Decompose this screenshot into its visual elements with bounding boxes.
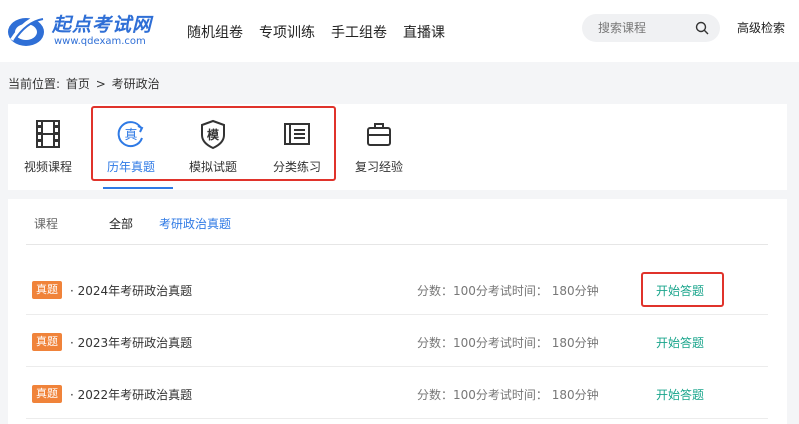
course-filter: 课程 全部 考研政治真题	[8, 199, 787, 245]
filter-all[interactable]: 全部	[109, 215, 133, 232]
nav-random-paper[interactable]: 随机组卷	[187, 22, 243, 42]
divider	[26, 244, 768, 245]
exam-tabs-highlight	[91, 106, 336, 181]
main-nav: 随机组卷 专项训练 手工组卷 直播课	[187, 22, 461, 42]
exam-meta: 分数：100分考试时间： 180分钟	[417, 388, 599, 402]
tab-review-experience-label: 复习经验	[354, 160, 403, 174]
breadcrumb-current: 考研政治	[111, 77, 160, 91]
exam-row: 真题 · 2023年考研政治真题 分数：100分考试时间： 180分钟 开始答题	[26, 315, 768, 367]
breadcrumb: 当前位置: 首页 > 考研政治	[8, 75, 162, 92]
filter-current[interactable]: 考研政治真题	[159, 215, 231, 232]
advanced-search-link[interactable]: 高级检索	[737, 19, 785, 36]
search-icon[interactable]	[695, 21, 709, 35]
search-box	[582, 14, 720, 42]
exam-badge: 真题	[32, 333, 62, 351]
start-button-highlight	[641, 272, 724, 307]
filter-label: 课程	[34, 217, 59, 231]
site-header: 起点考试网 www.qdexam.com 随机组卷 专项训练 手工组卷 直播课 …	[0, 0, 799, 62]
tab-video-courses-label: 视频课程	[23, 160, 72, 174]
start-exam-button[interactable]: 开始答题	[656, 386, 704, 403]
tab-video-courses[interactable]: 视频课程	[13, 118, 83, 182]
active-tab-indicator	[103, 187, 173, 189]
breadcrumb-prefix: 当前位置:	[8, 77, 61, 91]
exam-title[interactable]: · 2022年考研政治真题	[70, 386, 192, 403]
film-icon	[36, 120, 60, 148]
nav-manual-paper[interactable]: 手工组卷	[331, 22, 387, 42]
tab-review-experience[interactable]: 复习经验	[344, 118, 414, 182]
exam-list-panel: 课程 全部 考研政治真题 真题 · 2024年考研政治真题 分数：100分考试时…	[8, 199, 787, 424]
exam-title[interactable]: · 2023年考研政治真题	[70, 334, 192, 351]
exam-row: 真题 · 2022年考研政治真题 分数：100分考试时间： 180分钟 开始答题	[26, 367, 768, 419]
start-exam-button[interactable]: 开始答题	[656, 334, 704, 351]
logo-url: www.qdexam.com	[54, 36, 146, 47]
exam-meta: 分数：100分考试时间： 180分钟	[417, 336, 599, 350]
exam-meta: 分数：100分考试时间： 180分钟	[417, 284, 599, 298]
exam-title[interactable]: · 2024年考研政治真题	[70, 282, 192, 299]
logo-icon	[8, 14, 45, 46]
nav-live-class[interactable]: 直播课	[403, 22, 445, 42]
exam-badge: 真题	[32, 281, 62, 299]
logo-name: 起点考试网	[52, 14, 153, 36]
exam-badge: 真题	[32, 385, 62, 403]
breadcrumb-home[interactable]: 首页	[66, 77, 90, 91]
briefcase-icon	[367, 123, 391, 146]
search-input[interactable]	[598, 19, 690, 37]
breadcrumb-separator: >	[95, 77, 106, 91]
site-logo[interactable]: 起点考试网 www.qdexam.com	[6, 8, 156, 54]
nav-special-training[interactable]: 专项训练	[259, 22, 315, 42]
